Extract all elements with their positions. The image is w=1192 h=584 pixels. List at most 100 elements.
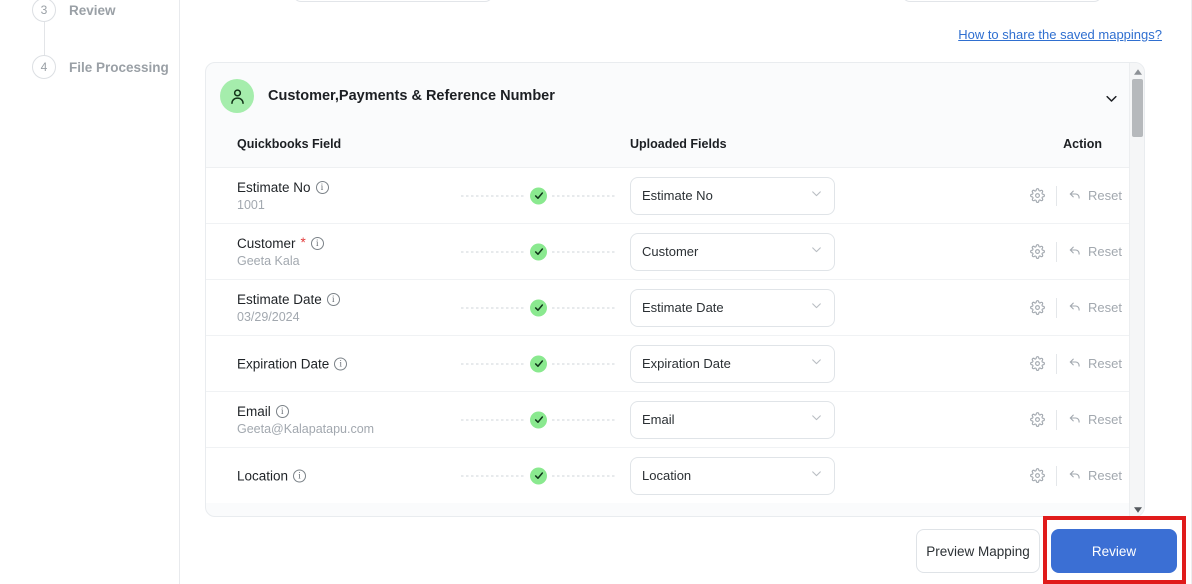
connector-dots-left xyxy=(461,195,525,196)
info-icon[interactable]: i xyxy=(293,469,307,482)
chevron-down-icon[interactable] xyxy=(1100,87,1122,109)
uploaded-field-value: Email xyxy=(642,412,675,427)
reset-button[interactable]: Reset xyxy=(1068,243,1122,260)
reset-button[interactable]: Reset xyxy=(1068,411,1122,428)
connector-dots-right xyxy=(552,475,616,476)
mapped-check-icon xyxy=(530,187,547,204)
action-cell: Reset xyxy=(1030,297,1122,318)
quickbooks-field-label: Estimate Date xyxy=(237,291,322,307)
info-icon[interactable]: i xyxy=(310,236,324,250)
scroll-up-arrow-icon[interactable] xyxy=(1130,64,1144,79)
mapped-check-icon xyxy=(530,299,547,316)
uploaded-field-cell: Estimate Date xyxy=(630,288,835,327)
user-icon xyxy=(220,79,254,113)
chevron-down-icon xyxy=(810,467,823,485)
action-cell: Reset xyxy=(1030,353,1122,374)
reset-label: Reset xyxy=(1088,188,1122,203)
uploaded-field-select[interactable]: Email xyxy=(630,400,835,439)
reset-button[interactable]: Reset xyxy=(1068,355,1122,372)
mapped-check-icon xyxy=(530,467,547,484)
table-row: Location i Location Reset xyxy=(206,447,1144,503)
step-label: File Processing xyxy=(69,59,169,75)
action-cell: Reset xyxy=(1030,465,1122,486)
quickbooks-field-cell: Customer * i Geeta Kala xyxy=(237,236,324,268)
field-sample-value: Geeta Kala xyxy=(237,253,300,268)
gear-icon[interactable] xyxy=(1030,356,1045,371)
uploaded-field-cell: Location xyxy=(630,456,835,495)
info-icon[interactable]: i xyxy=(334,357,348,370)
sidebar-step-review[interactable]: 3 Review xyxy=(32,0,116,22)
sidebar-step-file-processing[interactable]: 4 File Processing xyxy=(32,55,169,79)
info-icon[interactable]: i xyxy=(326,292,340,306)
step-number-badge: 3 xyxy=(32,0,56,22)
mapping-rows: Estimate No i 1001 Estimate No Reset Customer… xyxy=(206,167,1144,503)
uploaded-field-select[interactable]: Location xyxy=(630,456,835,495)
review-button[interactable]: Review xyxy=(1051,529,1177,573)
mapped-check-icon xyxy=(530,411,547,428)
connector-dots-right xyxy=(552,419,616,420)
partial-input-top-right[interactable] xyxy=(902,0,1102,2)
mapping-connector xyxy=(461,243,616,260)
uploaded-field-value: Estimate No xyxy=(642,188,713,203)
scrollbar-thumb[interactable] xyxy=(1132,79,1143,137)
scroll-down-arrow-icon[interactable] xyxy=(1130,502,1144,516)
reset-label: Reset xyxy=(1088,468,1122,483)
chevron-down-icon xyxy=(810,355,823,373)
info-icon[interactable]: i xyxy=(315,180,329,194)
chevron-down-icon xyxy=(810,299,823,317)
gear-icon[interactable] xyxy=(1030,412,1045,427)
chevron-down-icon xyxy=(810,187,823,205)
undo-arrow-icon xyxy=(1068,243,1082,260)
preview-mapping-button[interactable]: Preview Mapping xyxy=(916,529,1040,573)
uploaded-field-select[interactable]: Estimate Date xyxy=(630,288,835,327)
action-cell: Reset xyxy=(1030,409,1122,430)
quickbooks-field-label: Email xyxy=(237,403,271,419)
gear-icon[interactable] xyxy=(1030,244,1045,259)
connector-dots-right xyxy=(552,363,616,364)
column-header-quickbooks-field: Quickbooks Field xyxy=(237,137,342,151)
mapping-card: Customer,Payments & Reference Number Qui… xyxy=(205,62,1145,517)
uploaded-field-select[interactable]: Expiration Date xyxy=(630,344,835,383)
quickbooks-field-cell: Expiration Date i xyxy=(237,356,348,371)
required-asterisk: * xyxy=(300,235,306,251)
partial-input-top-left[interactable] xyxy=(293,0,493,2)
action-cell: Reset xyxy=(1030,185,1122,206)
uploaded-field-select[interactable]: Estimate No xyxy=(630,176,835,215)
mapping-connector xyxy=(461,411,616,428)
table-row: Estimate No i 1001 Estimate No Reset xyxy=(206,167,1144,223)
mapped-check-icon xyxy=(530,243,547,260)
info-icon[interactable]: i xyxy=(275,404,289,418)
action-divider xyxy=(1056,353,1058,374)
gear-icon[interactable] xyxy=(1030,300,1045,315)
how-to-share-mappings-link[interactable]: How to share the saved mappings? xyxy=(958,27,1162,42)
connector-dots-left xyxy=(461,475,525,476)
field-sample-value: Geeta@Kalapatapu.com xyxy=(237,421,375,436)
uploaded-field-cell: Expiration Date xyxy=(630,344,835,383)
column-header-action: Action xyxy=(1063,137,1102,151)
mapping-card-header: Customer,Payments & Reference Number xyxy=(206,63,1144,129)
undo-arrow-icon xyxy=(1068,467,1082,484)
reset-button[interactable]: Reset xyxy=(1068,299,1122,316)
uploaded-field-cell: Estimate No xyxy=(630,176,835,215)
quickbooks-field-cell: Estimate No i 1001 xyxy=(237,180,329,212)
uploaded-field-cell: Customer xyxy=(630,232,835,271)
stepper-sidebar: 3 Review 4 File Processing xyxy=(0,0,180,584)
table-row: Expiration Date i Expiration Date Reset xyxy=(206,335,1144,391)
action-divider xyxy=(1056,409,1058,430)
table-row: Estimate Date i 03/29/2024 Estimate Date Res… xyxy=(206,279,1144,335)
column-header-uploaded-fields: Uploaded Fields xyxy=(630,137,727,151)
gear-icon[interactable] xyxy=(1030,188,1045,203)
reset-button[interactable]: Reset xyxy=(1068,467,1122,484)
gear-icon[interactable] xyxy=(1030,468,1045,483)
mapping-card-title: Customer,Payments & Reference Number xyxy=(268,88,555,104)
field-sample-value: 03/29/2024 xyxy=(237,309,300,324)
connector-dots-left xyxy=(461,307,525,308)
reset-label: Reset xyxy=(1088,412,1122,427)
connector-dots-right xyxy=(552,307,616,308)
reset-button[interactable]: Reset xyxy=(1068,187,1122,204)
action-divider xyxy=(1056,241,1058,262)
quickbooks-field-label: Expiration Date xyxy=(237,356,330,371)
uploaded-field-value: Estimate Date xyxy=(642,300,724,315)
uploaded-field-select[interactable]: Customer xyxy=(630,232,835,271)
card-scrollbar[interactable] xyxy=(1129,63,1144,516)
